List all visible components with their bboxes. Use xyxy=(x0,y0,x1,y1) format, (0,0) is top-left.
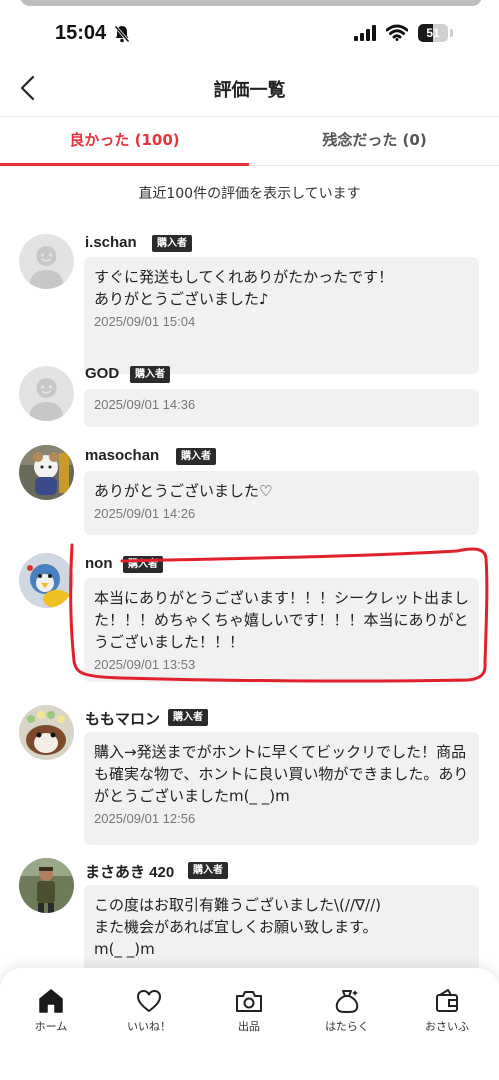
bottom-nav: ホーム いいね！ 出品 はたらく おさいふ xyxy=(0,968,499,1080)
nav-label: ホーム xyxy=(34,1020,68,1033)
money-bag-icon xyxy=(335,990,359,1013)
review-date: 2025/09/01 14:26 xyxy=(94,506,196,521)
nav-item-likes[interactable]: いいね！ xyxy=(104,988,194,1038)
reviewer-name[interactable]: masochan xyxy=(85,447,159,464)
tab-bad[interactable]: 残念だった (0) xyxy=(250,117,499,164)
review-tabs: 良かった (100) 残念だった (0) xyxy=(0,116,499,166)
default-avatar-icon xyxy=(19,366,74,421)
battery-icon: 51 xyxy=(418,24,454,44)
avatar[interactable] xyxy=(19,858,74,913)
review-date: 2025/09/01 14:36 xyxy=(94,397,196,412)
avatar[interactable] xyxy=(19,553,74,608)
status-bar: 15:04 51 xyxy=(0,16,499,52)
camera-icon xyxy=(236,991,262,1012)
tab-bad-label: 残念だった (0) xyxy=(322,131,427,149)
tab-active-indicator xyxy=(0,163,249,166)
default-avatar-icon xyxy=(19,234,74,289)
tab-good[interactable]: 良かった (100) xyxy=(0,117,249,166)
review-bubble: すぐに発送もしてくれありがたかったです！ ありがとうございました♪ 2025/0… xyxy=(84,257,479,374)
nav-header: 評価一覧 xyxy=(0,60,499,116)
tab-good-label: 良かった (100) xyxy=(69,131,180,149)
nav-item-sell[interactable]: 出品 xyxy=(204,988,294,1038)
review-date: 2025/09/01 13:53 xyxy=(94,657,196,672)
page-title: 評価一覧 xyxy=(213,80,286,101)
review-date: 2025/09/01 15:04 xyxy=(94,314,196,329)
avatar[interactable] xyxy=(19,234,74,289)
reviewer-name[interactable]: non xyxy=(85,555,113,572)
reviewer-name[interactable]: i.schan xyxy=(85,234,137,251)
reviewer-name[interactable]: GOD xyxy=(85,365,119,382)
reviewer-name[interactable]: まさあき 420 xyxy=(85,861,174,882)
review-bubble: ありがとうございました♡ 2025/09/01 14:26 xyxy=(84,471,479,535)
review-bubble: 本当にありがとうございます！！！シークレット出ました！！！めちゃくちゃ嬉しいです… xyxy=(84,578,479,682)
wifi-icon xyxy=(385,24,409,45)
nav-item-home[interactable]: ホーム xyxy=(6,988,96,1038)
buyer-badge: 購入者 xyxy=(188,862,228,879)
wallet-icon xyxy=(436,989,458,1012)
info-text: 直近100件の評価を表示しています xyxy=(138,186,361,202)
review-text: この度はお取引有難うございました\(//∇//) また機会があれば宜しくお願い致… xyxy=(94,896,382,958)
buyer-badge: 購入者 xyxy=(176,448,216,465)
review-bubble: 購入→発送までがホントに早くてビックリでした！商品も確実な物で、ホントに良い買い… xyxy=(84,732,479,845)
top-pill xyxy=(20,0,482,6)
review-text: 購入→発送までがホントに早くてビックリでした！商品も確実な物で、ホントに良い買い… xyxy=(94,743,469,805)
buyer-badge: 購入者 xyxy=(123,556,163,573)
nav-item-wallet[interactable]: おさいふ xyxy=(402,988,492,1038)
buyer-badge: 購入者 xyxy=(152,235,192,252)
nav-label: いいね！ xyxy=(127,1020,171,1033)
guinea-pig-photo-avatar xyxy=(19,705,74,760)
home-icon xyxy=(39,989,63,1013)
heart-icon xyxy=(137,990,161,1012)
review-bubble: 2025/09/01 14:36 xyxy=(84,389,479,427)
nav-label: はたらく xyxy=(325,1020,369,1033)
review-text: 本当にありがとうございます！！！シークレット出ました！！！めちゃくちゃ嬉しいです… xyxy=(94,589,470,651)
review-date: 2025/09/01 12:56 xyxy=(94,811,196,826)
avatar[interactable] xyxy=(19,445,74,500)
nav-item-work[interactable]: はたらく xyxy=(302,988,392,1038)
bell-muted-icon xyxy=(114,25,130,47)
buyer-badge: 購入者 xyxy=(130,366,170,383)
plush-photo-avatar xyxy=(19,553,74,608)
review-text: すぐに発送もしてくれありがたかったです！ ありがとうございました♪ xyxy=(94,268,394,308)
avatar[interactable] xyxy=(19,705,74,760)
plush-photo-avatar xyxy=(19,445,74,500)
status-time: 15:04 xyxy=(55,22,107,44)
battery-level-text: 51 xyxy=(426,26,440,40)
cellular-signal-icon xyxy=(354,25,376,45)
person-photo-avatar xyxy=(19,858,74,913)
review-text: ありがとうございました♡ xyxy=(94,482,273,500)
nav-label: 出品 xyxy=(238,1020,260,1033)
reviewer-name[interactable]: ももマロン xyxy=(85,708,160,729)
avatar[interactable] xyxy=(19,366,74,421)
buyer-badge: 購入者 xyxy=(168,709,208,726)
nav-label: おさいふ xyxy=(425,1020,469,1033)
